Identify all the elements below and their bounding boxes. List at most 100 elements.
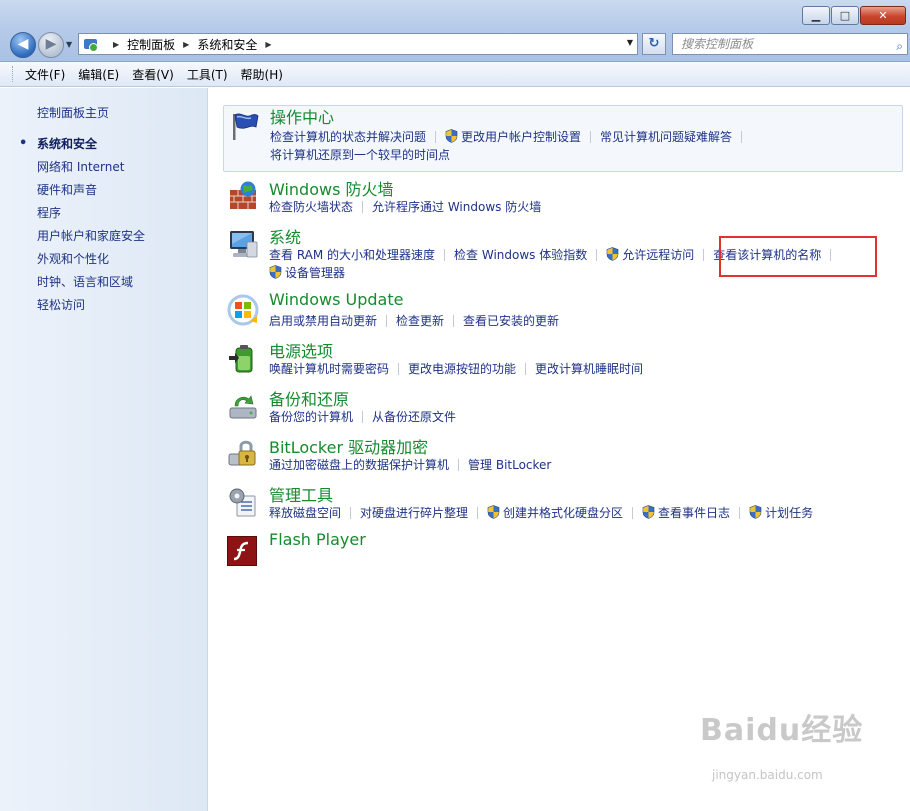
uac-shield-icon — [445, 129, 458, 143]
forward-button[interactable]: ▶ — [38, 32, 64, 58]
link-sleep-time[interactable]: 更改计算机睡眠时间 — [535, 362, 643, 376]
action-center-links: 检查计算机的状态并解决问题 更改用户帐户控制设置 常见计算机问题疑难解答 — [270, 128, 751, 145]
baidu-watermark: Baidu经验 — [700, 713, 864, 748]
sidebar-item-ease-of-access[interactable]: 轻松访问 — [37, 297, 145, 320]
category-backup-restore: 备份和还原 备份您的计算机 从备份还原文件 — [223, 386, 903, 426]
system-title[interactable]: 系统 — [269, 224, 301, 248]
breadcrumb-arrow-icon[interactable]: ▶ — [113, 40, 119, 49]
refresh-icon: ↻ — [648, 36, 660, 51]
power-links: 唤醒计算机时需要密码 更改电源按钮的功能 更改计算机睡眠时间 — [269, 360, 643, 377]
firewall-links: 检查防火墙状态 允许程序通过 Windows 防火墙 — [269, 198, 541, 215]
link-event-logs[interactable]: 查看事件日志 — [658, 506, 730, 520]
action-center-title[interactable]: 操作中心 — [270, 104, 334, 128]
link-wake-password[interactable]: 唤醒计算机时需要密码 — [269, 362, 389, 376]
refresh-button[interactable]: ↻ — [642, 33, 666, 55]
divider — [435, 131, 437, 143]
action-center-links-2: 将计算机还原到一个较早的时间点 — [270, 146, 450, 163]
link-allow-program[interactable]: 允许程序通过 Windows 防火墙 — [372, 200, 541, 214]
search-icon[interactable]: ⌕ — [896, 36, 903, 56]
link-backup-computer[interactable]: 备份您的计算机 — [269, 410, 353, 424]
divider — [350, 507, 352, 519]
breadcrumb-control-panel[interactable]: 控制面板 — [127, 36, 175, 53]
divider — [444, 249, 446, 261]
link-restore-files[interactable]: 从备份还原文件 — [372, 410, 456, 424]
link-remote-access[interactable]: 允许远程访问 — [622, 248, 694, 262]
backup-restore-icon — [229, 395, 257, 419]
sidebar-item-network[interactable]: 网络和 Internet — [37, 159, 145, 182]
menu-view[interactable]: 查看(V) — [132, 66, 174, 83]
category-admin-tools: 管理工具 释放磁盘空间 对硬盘进行碎片整理 创建并格式化硬盘分区 查看事件日志 计划任务 — [223, 482, 903, 522]
uac-shield-icon — [606, 247, 619, 261]
address-dropdown-icon[interactable]: ▼ — [627, 38, 633, 47]
back-button[interactable]: ◀ — [10, 32, 36, 58]
link-change-uac[interactable]: 更改用户帐户控制设置 — [461, 130, 581, 144]
sidebar-item-system-security[interactable]: 系统和安全 — [19, 136, 145, 159]
link-view-ram[interactable]: 查看 RAM 的大小和处理器速度 — [269, 248, 435, 262]
link-check-updates[interactable]: 检查更新 — [396, 314, 444, 328]
sidebar-item-control-panel-home[interactable]: 控制面板主页 — [37, 104, 109, 121]
close-button[interactable]: ✕ — [860, 6, 906, 25]
uac-shield-icon — [642, 505, 655, 519]
admin-tools-title[interactable]: 管理工具 — [269, 482, 333, 506]
firewall-title[interactable]: Windows 防火墙 — [269, 176, 394, 200]
link-restore-point[interactable]: 将计算机还原到一个较早的时间点 — [270, 148, 450, 162]
bitlocker-links: 通过加密磁盘上的数据保护计算机 管理 BitLocker — [269, 456, 551, 473]
search-placeholder: 搜索控制面板 — [681, 37, 754, 51]
uac-shield-icon — [269, 265, 282, 279]
link-manage-bitlocker[interactable]: 管理 BitLocker — [468, 458, 551, 472]
sidebar-item-user-accounts[interactable]: 用户帐户和家庭安全 — [37, 228, 145, 251]
category-action-center: 操作中心 检查计算机的状态并解决问题 更改用户帐户控制设置 常见计算机问题疑难解答 … — [223, 105, 903, 172]
sidebar-item-appearance[interactable]: 外观和个性化 — [37, 251, 145, 274]
menu-tools[interactable]: 工具(T) — [187, 66, 228, 83]
admin-tools-links: 释放磁盘空间 对硬盘进行碎片整理 创建并格式化硬盘分区 查看事件日志 计划任务 — [269, 504, 813, 521]
windows-update-title[interactable]: Windows Update — [269, 290, 403, 309]
system-computer-icon — [230, 231, 258, 258]
menu-bar: 文件(F) 编辑(E) 查看(V) 工具(T) 帮助(H) — [0, 62, 910, 87]
breadcrumb-arrow-icon[interactable]: ▶ — [183, 40, 189, 49]
menu-help[interactable]: 帮助(H) — [241, 66, 283, 83]
divider — [453, 315, 455, 327]
uac-shield-icon — [487, 505, 500, 519]
divider — [386, 315, 388, 327]
category-bitlocker: BitLocker 驱动器加密 通过加密磁盘上的数据保护计算机 管理 BitLoc… — [223, 434, 903, 474]
search-input[interactable]: 搜索控制面板 ⌕ — [672, 33, 908, 55]
link-experience-index[interactable]: 检查 Windows 体验指数 — [454, 248, 587, 262]
divider — [477, 507, 479, 519]
link-create-partitions[interactable]: 创建并格式化硬盘分区 — [503, 506, 623, 520]
category-flash-player: Flash Player — [223, 530, 903, 566]
sidebar-list: 系统和安全 网络和 Internet 硬件和声音 程序 用户帐户和家庭安全 外观… — [19, 136, 145, 320]
divider — [739, 507, 741, 519]
menu-file[interactable]: 文件(F) — [25, 66, 65, 83]
link-encrypt-disk[interactable]: 通过加密磁盘上的数据保护计算机 — [269, 458, 449, 472]
backup-links: 备份您的计算机 从备份还原文件 — [269, 408, 456, 425]
power-options-title[interactable]: 电源选项 — [269, 338, 333, 362]
address-bar[interactable]: ▶ 控制面板 ▶ 系统和安全 ▶ ▼ — [78, 33, 638, 55]
breadcrumb-arrow-icon[interactable]: ▶ — [265, 40, 271, 49]
link-installed-updates[interactable]: 查看已安装的更新 — [463, 314, 559, 328]
divider — [632, 507, 634, 519]
backup-restore-title[interactable]: 备份和还原 — [269, 386, 349, 410]
sidebar-item-clock-region[interactable]: 时钟、语言和区域 — [37, 274, 145, 297]
link-check-firewall[interactable]: 检查防火墙状态 — [269, 200, 353, 214]
divider — [525, 363, 527, 375]
menu-edit[interactable]: 编辑(E) — [78, 66, 119, 83]
maximize-button[interactable]: □ — [831, 6, 859, 25]
bitlocker-title[interactable]: BitLocker 驱动器加密 — [269, 434, 428, 458]
back-arrow-icon: ◀ — [17, 36, 29, 52]
breadcrumb-system-security[interactable]: 系统和安全 — [197, 36, 257, 53]
recent-pages-dropdown[interactable]: ▼ — [66, 40, 72, 49]
link-troubleshoot[interactable]: 常见计算机问题疑难解答 — [600, 130, 732, 144]
sidebar-item-programs[interactable]: 程序 — [37, 205, 145, 228]
link-power-button[interactable]: 更改电源按钮的功能 — [408, 362, 516, 376]
windows-update-icon — [227, 294, 259, 326]
link-device-manager[interactable]: 设备管理器 — [285, 266, 345, 280]
minimize-button[interactable]: ▁ — [802, 6, 830, 25]
link-auto-update[interactable]: 启用或禁用自动更新 — [269, 314, 377, 328]
flash-player-title[interactable]: Flash Player — [269, 530, 366, 549]
link-schedule-tasks[interactable]: 计划任务 — [765, 506, 813, 520]
divider — [596, 249, 598, 261]
link-check-status[interactable]: 检查计算机的状态并解决问题 — [270, 130, 426, 144]
link-defragment[interactable]: 对硬盘进行碎片整理 — [360, 506, 468, 520]
link-free-disk-space[interactable]: 释放磁盘空间 — [269, 506, 341, 520]
sidebar-item-hardware-sound[interactable]: 硬件和声音 — [37, 182, 145, 205]
